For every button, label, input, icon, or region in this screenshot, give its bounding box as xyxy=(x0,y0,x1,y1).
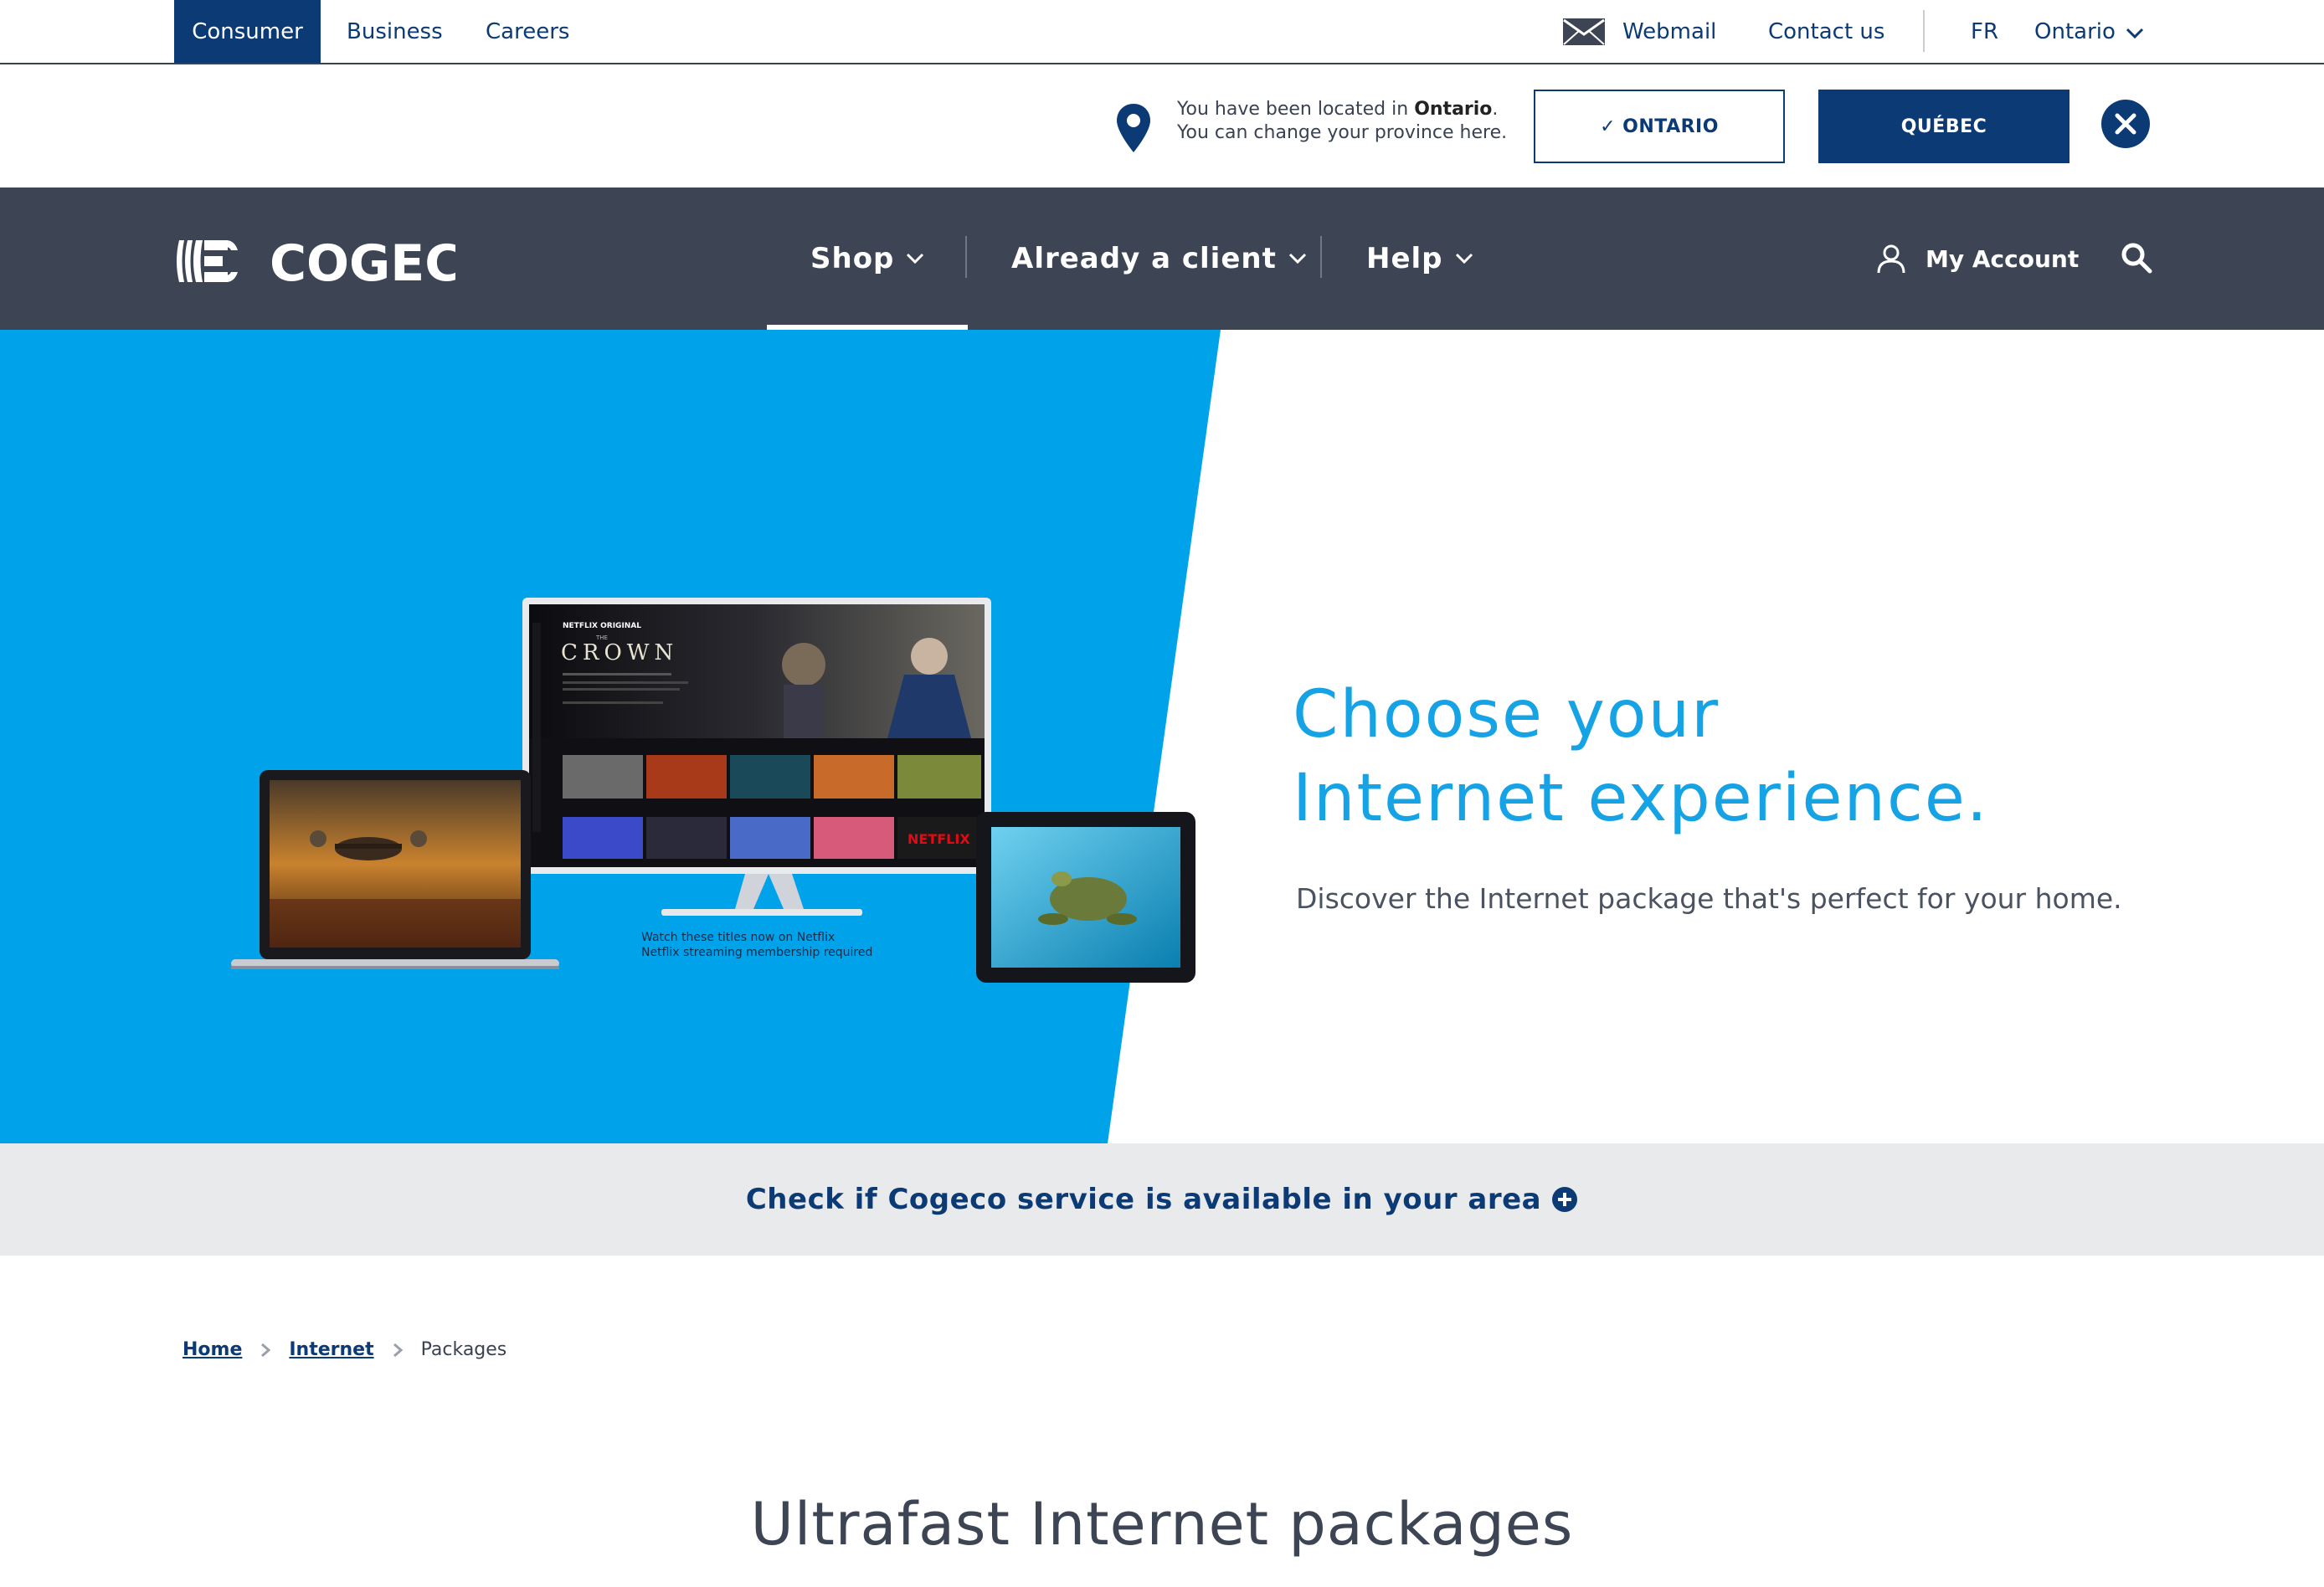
cogeco-logo-mark: COGECO xyxy=(177,234,504,293)
chevron-down-icon xyxy=(1455,253,1473,264)
province-label: Ontario xyxy=(2034,18,2116,44)
availability-bar: Check if Cogeco service is available in … xyxy=(0,1143,2324,1256)
plus-circle-icon[interactable] xyxy=(1551,1186,1578,1213)
province-selector[interactable]: Ontario xyxy=(2034,0,2144,63)
chevron-down-icon xyxy=(2126,28,2143,39)
breadcrumb-current: Packages xyxy=(420,1339,507,1360)
notice-message: You have been located in Ontario. You ca… xyxy=(1177,98,1507,145)
nav-client-label: Already a client xyxy=(1011,242,1277,275)
laptop-device xyxy=(231,770,559,969)
hero-title-line2: Internet experience. xyxy=(1293,761,1989,836)
envelope-icon xyxy=(1563,18,1605,45)
segment-consumer[interactable]: Consumer xyxy=(174,0,321,63)
nav-divider xyxy=(1320,236,1322,278)
nav-divider xyxy=(965,236,967,278)
cogeco-logo[interactable]: COGECO xyxy=(174,234,504,293)
breadcrumb: Home Internet Packages xyxy=(183,1339,506,1360)
close-icon xyxy=(2115,113,2136,135)
ontario-button[interactable]: ✓ ONTARIO xyxy=(1534,90,1785,163)
my-account-link[interactable]: My Account xyxy=(1875,187,2079,330)
nav-help-label: Help xyxy=(1366,242,1443,275)
webmail-label: Webmail xyxy=(1622,18,1717,44)
netflix-tile-label: NETFLIX xyxy=(907,831,970,847)
tv-show-title: CROWN xyxy=(561,640,678,665)
nav-help[interactable]: Help xyxy=(1366,187,1473,330)
tv-caption-line1: Watch these titles now on Netflix xyxy=(641,931,835,944)
top-utility-bar: Consumer Business Careers Webmail Contac… xyxy=(0,0,2324,64)
chevron-down-icon xyxy=(1288,253,1306,264)
devices-illustration: NETFLIX ORIGINAL THE CROWN NETFLIX Watch… xyxy=(231,598,1195,983)
my-account-label: My Account xyxy=(1926,244,2080,273)
tv-device: NETFLIX ORIGINAL THE CROWN NETFLIX Watch… xyxy=(522,598,991,959)
nav-shop-label: Shop xyxy=(810,242,895,275)
search-icon xyxy=(2121,243,2152,274)
hero-banner: NETFLIX ORIGINAL THE CROWN NETFLIX Watch… xyxy=(0,330,2324,1143)
divider xyxy=(1923,10,1925,52)
nav-shop[interactable]: Shop xyxy=(810,187,924,330)
notice-line2: You can change your province here. xyxy=(1177,122,1508,143)
tablet-device xyxy=(976,812,1195,983)
search-button[interactable] xyxy=(2120,241,2153,275)
tv-brand-label: NETFLIX ORIGINAL xyxy=(563,622,641,630)
notice-province: Ontario xyxy=(1414,99,1493,120)
brand-text: COGECO xyxy=(270,234,455,289)
hero-title-line1: Choose your xyxy=(1293,677,1720,752)
notice-suffix: . xyxy=(1492,99,1499,120)
quebec-button[interactable]: QUÉBEC xyxy=(1818,90,2069,163)
nav-already-a-client[interactable]: Already a client xyxy=(1011,187,1307,330)
notice-prefix: You have been located in xyxy=(1177,99,1415,120)
section-title: Ultrafast Internet packages xyxy=(750,1490,1574,1559)
chevron-down-icon xyxy=(907,253,924,264)
segment-careers[interactable]: Careers xyxy=(486,0,569,63)
webmail-link[interactable]: Webmail xyxy=(1562,0,1716,63)
segment-business[interactable]: Business xyxy=(347,0,443,63)
close-notice-button[interactable] xyxy=(2101,100,2150,148)
chevron-right-icon xyxy=(261,1343,271,1357)
hero-title: Choose your Internet experience. xyxy=(1293,673,1989,840)
province-notice: You have been located in Ontario. You ca… xyxy=(0,64,2324,187)
language-toggle[interactable]: FR xyxy=(1971,0,1998,63)
hero-subtitle: Discover the Internet package that's per… xyxy=(1296,882,2122,915)
chevron-right-icon xyxy=(393,1343,403,1357)
tv-caption-line2: Netflix streaming membership required xyxy=(641,946,872,959)
breadcrumb-internet[interactable]: Internet xyxy=(289,1339,373,1360)
check-availability-link[interactable]: Check if Cogeco service is available in … xyxy=(746,1183,1541,1216)
location-pin-icon xyxy=(1117,104,1150,152)
user-icon xyxy=(1877,244,1905,274)
breadcrumb-home[interactable]: Home xyxy=(183,1339,242,1360)
contact-us-link[interactable]: Contact us xyxy=(1768,0,1884,63)
main-navigation: COGECO Shop Already a client Help My Acc… xyxy=(0,187,2324,330)
